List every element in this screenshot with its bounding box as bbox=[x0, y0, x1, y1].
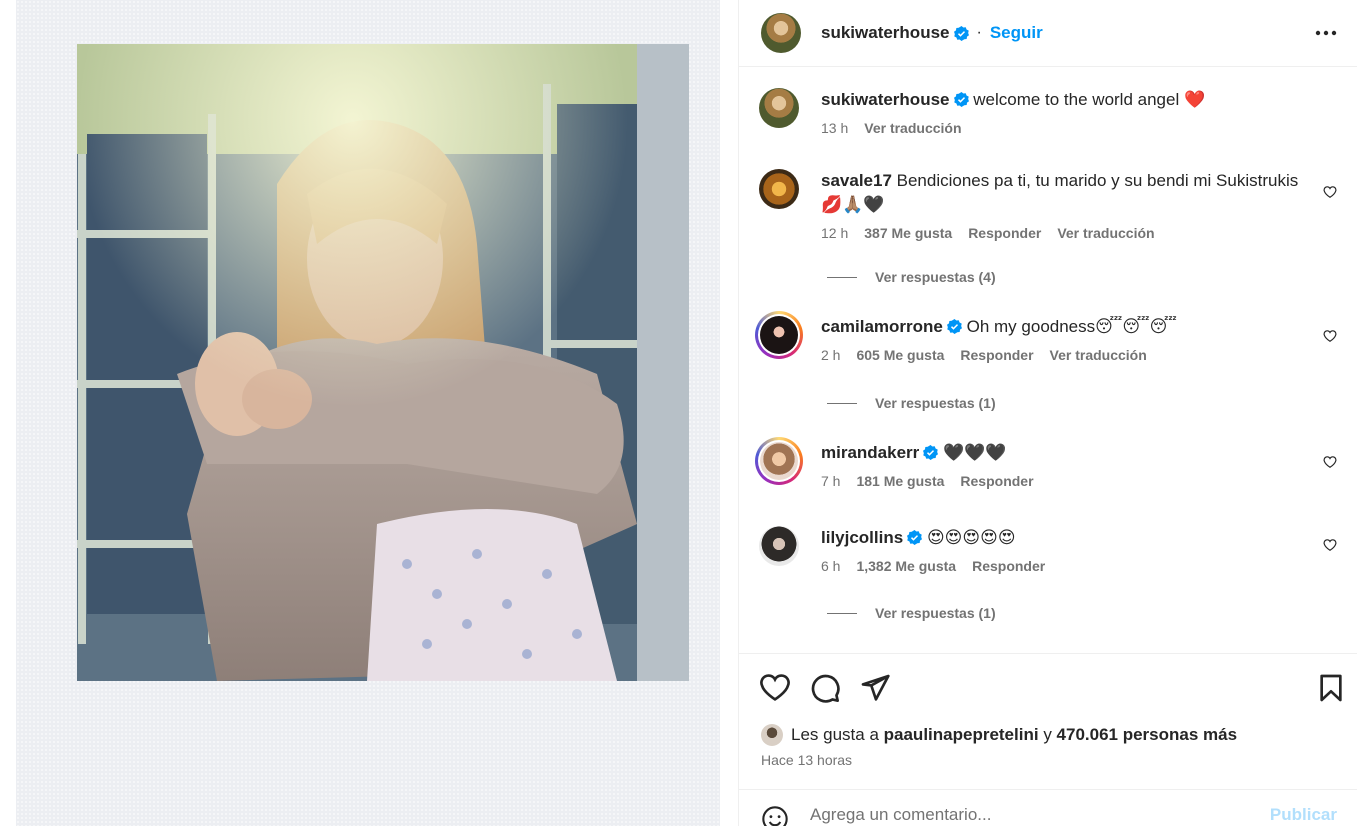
like-comment-heart-icon[interactable] bbox=[1323, 329, 1337, 343]
comment-translate-link[interactable]: Ver traducción bbox=[1057, 225, 1154, 241]
post-media[interactable] bbox=[0, 0, 738, 826]
comment-username[interactable]: lilyjcollins bbox=[821, 528, 903, 547]
save-bookmark-icon[interactable] bbox=[1315, 672, 1347, 704]
comment-username[interactable]: mirandakerr bbox=[821, 443, 919, 462]
caption-time: 13 h bbox=[821, 120, 849, 136]
liker-username[interactable]: paaulinapepretelini bbox=[884, 725, 1039, 745]
share-send-icon[interactable] bbox=[859, 672, 891, 704]
author-username[interactable]: sukiwaterhouse bbox=[821, 23, 950, 43]
post-actions: Les gusta a paaulinapepretelini y 470.06… bbox=[739, 653, 1357, 826]
comment-item: camilamorrone Oh my goodness😴😴😴 2 h 605 … bbox=[755, 311, 1343, 363]
polaroid-frame bbox=[16, 0, 720, 826]
comment-avatar bbox=[760, 442, 798, 480]
follow-button[interactable]: Seguir bbox=[990, 23, 1043, 43]
comment-bubble-icon[interactable] bbox=[809, 672, 841, 704]
separator-dot: · bbox=[976, 24, 982, 41]
comment-meta: 12 h 387 Me gusta Responder Ver traducci… bbox=[821, 225, 1309, 241]
view-replies-label: Ver respuestas (4) bbox=[875, 269, 996, 285]
comment-time: 6 h bbox=[821, 558, 841, 574]
comment-reply-button[interactable]: Responder bbox=[968, 225, 1041, 241]
like-comment-heart-icon[interactable] bbox=[1323, 455, 1337, 469]
like-comment-heart-icon[interactable] bbox=[1323, 185, 1337, 199]
likes-prefix: Les gusta a bbox=[791, 725, 879, 744]
comment-text: 😍😍😍😍😍 bbox=[926, 528, 1016, 547]
comment-item: savale17 Bendiciones pa ti, tu marido y … bbox=[759, 169, 1343, 241]
post-header: sukiwaterhouse · Seguir bbox=[739, 0, 1357, 67]
view-replies-button[interactable]: Ver respuestas (1) bbox=[827, 395, 996, 411]
likes-summary: Les gusta a paaulinapepretelini y 470.06… bbox=[761, 724, 1237, 746]
comment-time: 12 h bbox=[821, 225, 849, 241]
view-replies-label: Ver respuestas (1) bbox=[875, 395, 996, 411]
liker-avatar[interactable] bbox=[761, 724, 783, 746]
story-ring[interactable] bbox=[755, 311, 803, 359]
caption-username[interactable]: sukiwaterhouse bbox=[821, 90, 950, 109]
add-comment-bar: Publicar bbox=[739, 789, 1357, 826]
comment-avatar bbox=[760, 316, 798, 354]
more-options-icon[interactable] bbox=[1315, 30, 1337, 36]
replies-line bbox=[827, 612, 857, 614]
comment-text-line: camilamorrone Oh my goodness😴😴😴 bbox=[821, 315, 1343, 339]
comment-meta: 2 h 605 Me gusta Responder Ver traducció… bbox=[821, 347, 1343, 363]
comment-item: lilyjcollins 😍😍😍😍😍 6 h 1,382 Me gusta Re… bbox=[759, 526, 1343, 574]
comment-text: Oh my goodness😴😴😴 bbox=[966, 317, 1177, 336]
verified-badge-icon bbox=[953, 92, 969, 107]
comment-avatar[interactable] bbox=[759, 169, 799, 209]
emoji-smiley-icon[interactable] bbox=[761, 805, 789, 826]
comment-translate-link[interactable]: Ver traducción bbox=[1050, 347, 1147, 363]
comment-username[interactable]: savale17 bbox=[821, 171, 892, 190]
comment-reply-button[interactable]: Responder bbox=[972, 558, 1045, 574]
caption-translate-link[interactable]: Ver traducción bbox=[864, 120, 961, 136]
comment-reply-button[interactable]: Responder bbox=[960, 347, 1033, 363]
publish-button[interactable]: Publicar bbox=[1270, 805, 1337, 825]
comment-meta: 6 h 1,382 Me gusta Responder bbox=[821, 558, 1343, 574]
view-replies-button[interactable]: Ver respuestas (1) bbox=[827, 605, 996, 621]
comment-likes[interactable]: 1,382 Me gusta bbox=[856, 558, 956, 574]
comment-time: 2 h bbox=[821, 347, 841, 363]
comment-meta: 7 h 181 Me gusta Responder bbox=[821, 473, 1343, 489]
comments-list[interactable]: sukiwaterhouse welcome to the world ange… bbox=[739, 68, 1357, 653]
verified-badge-icon bbox=[907, 530, 923, 545]
replies-line bbox=[827, 276, 857, 278]
comment-likes[interactable]: 605 Me gusta bbox=[856, 347, 944, 363]
comment-text-line: mirandakerr 🖤🖤🖤 bbox=[821, 441, 1343, 465]
comment-time: 7 h bbox=[821, 473, 841, 489]
view-replies-button[interactable]: Ver respuestas (4) bbox=[827, 269, 996, 285]
comment-text: Bendiciones pa ti, tu marido y su bendi … bbox=[821, 171, 1299, 214]
verified-badge-icon bbox=[946, 319, 962, 334]
comment-input[interactable] bbox=[810, 805, 1270, 825]
caption-text: welcome to the world angel ❤️ bbox=[973, 90, 1206, 109]
verified-badge-icon bbox=[923, 445, 939, 460]
comment-avatar[interactable] bbox=[759, 526, 799, 566]
caption: sukiwaterhouse welcome to the world ange… bbox=[759, 88, 1343, 136]
like-comment-heart-icon[interactable] bbox=[1323, 538, 1337, 552]
comment-item: mirandakerr 🖤🖤🖤 7 h 181 Me gusta Respond… bbox=[755, 437, 1343, 489]
likes-count[interactable]: 470.061 personas más bbox=[1057, 725, 1238, 745]
comment-reply-button[interactable]: Responder bbox=[960, 473, 1033, 489]
post-photo[interactable] bbox=[77, 44, 689, 681]
verified-badge-icon bbox=[953, 25, 969, 41]
like-heart-icon[interactable] bbox=[759, 672, 791, 704]
caption-avatar[interactable] bbox=[759, 88, 799, 128]
replies-line bbox=[827, 402, 857, 404]
view-replies-label: Ver respuestas (1) bbox=[875, 605, 996, 621]
comment-text: 🖤🖤🖤 bbox=[943, 443, 1007, 462]
comment-likes[interactable]: 181 Me gusta bbox=[856, 473, 944, 489]
post-time: Hace 13 horas bbox=[761, 752, 853, 768]
author-avatar[interactable] bbox=[761, 13, 801, 53]
comment-text-line: lilyjcollins 😍😍😍😍😍 bbox=[821, 526, 1343, 550]
caption-text-line: sukiwaterhouse welcome to the world ange… bbox=[821, 88, 1343, 112]
story-ring[interactable] bbox=[755, 437, 803, 485]
comment-username[interactable]: camilamorrone bbox=[821, 317, 943, 336]
comment-text-line: savale17 Bendiciones pa ti, tu marido y … bbox=[821, 169, 1309, 217]
caption-meta: 13 h Ver traducción bbox=[821, 120, 1343, 136]
post-panel: sukiwaterhouse · Seguir sukiwaterhouse w… bbox=[738, 0, 1357, 826]
comment-likes[interactable]: 387 Me gusta bbox=[864, 225, 952, 241]
photo-illustration bbox=[77, 44, 689, 681]
likes-middle: y bbox=[1043, 725, 1052, 744]
